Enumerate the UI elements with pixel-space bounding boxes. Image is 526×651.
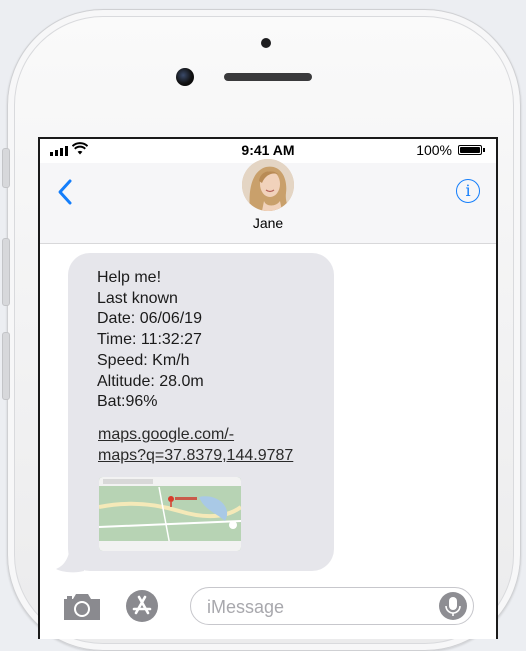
map-illustration: [99, 477, 241, 551]
avatar[interactable]: [242, 159, 294, 211]
message-bubble[interactable]: Help me! Last known Date: 06/06/19 Time:…: [68, 253, 334, 571]
message-input-field[interactable]: [190, 587, 474, 625]
camera-button[interactable]: [62, 591, 102, 621]
message-line: Time: 11:32:27: [97, 331, 202, 349]
message-line: Date: 06/06/19: [97, 310, 202, 328]
volume-down-button: [2, 332, 10, 400]
message-line: Altitude: 28.0m: [97, 372, 204, 390]
conversation-header: Jane i: [40, 159, 496, 244]
message-text: Help me! Last known Date: 06/06/19 Time:…: [97, 268, 204, 413]
message-line: Help me!: [97, 269, 162, 286]
microphone-icon: [445, 597, 461, 616]
camera-icon: [64, 594, 100, 620]
maps-link-line: maps?q=37.8379,144.9787: [98, 446, 294, 464]
volume-up-button: [2, 238, 10, 306]
battery-percent: 100%: [416, 142, 452, 158]
message-line: Speed: Km/h: [97, 351, 190, 369]
compose-bar: [40, 579, 496, 639]
front-camera: [176, 68, 194, 86]
earpiece-speaker: [224, 73, 312, 81]
contact-photo: [242, 159, 294, 211]
chevron-left-icon: [58, 179, 72, 205]
proximity-sensor: [261, 38, 271, 48]
message-line: Bat:96%: [97, 393, 158, 411]
battery-icon: [458, 145, 485, 155]
mute-switch: [2, 148, 10, 188]
app-store-icon: [132, 595, 152, 615]
maps-link[interactable]: maps.google.com/- maps?q=37.8379,144.978…: [98, 425, 293, 466]
message-input[interactable]: [205, 595, 429, 619]
message-line: Last known: [97, 289, 178, 307]
info-icon[interactable]: i: [456, 179, 480, 203]
back-button[interactable]: [54, 177, 78, 207]
map-preview-image[interactable]: [99, 477, 241, 551]
microphone-button[interactable]: [439, 592, 467, 620]
maps-link-line: maps.google.com/-: [98, 426, 235, 443]
app-store-button[interactable]: [126, 590, 158, 622]
contact-name[interactable]: Jane: [40, 215, 496, 231]
phone-screen: 9:41 AM 100% Jane i Help me! Last known …: [38, 137, 498, 639]
